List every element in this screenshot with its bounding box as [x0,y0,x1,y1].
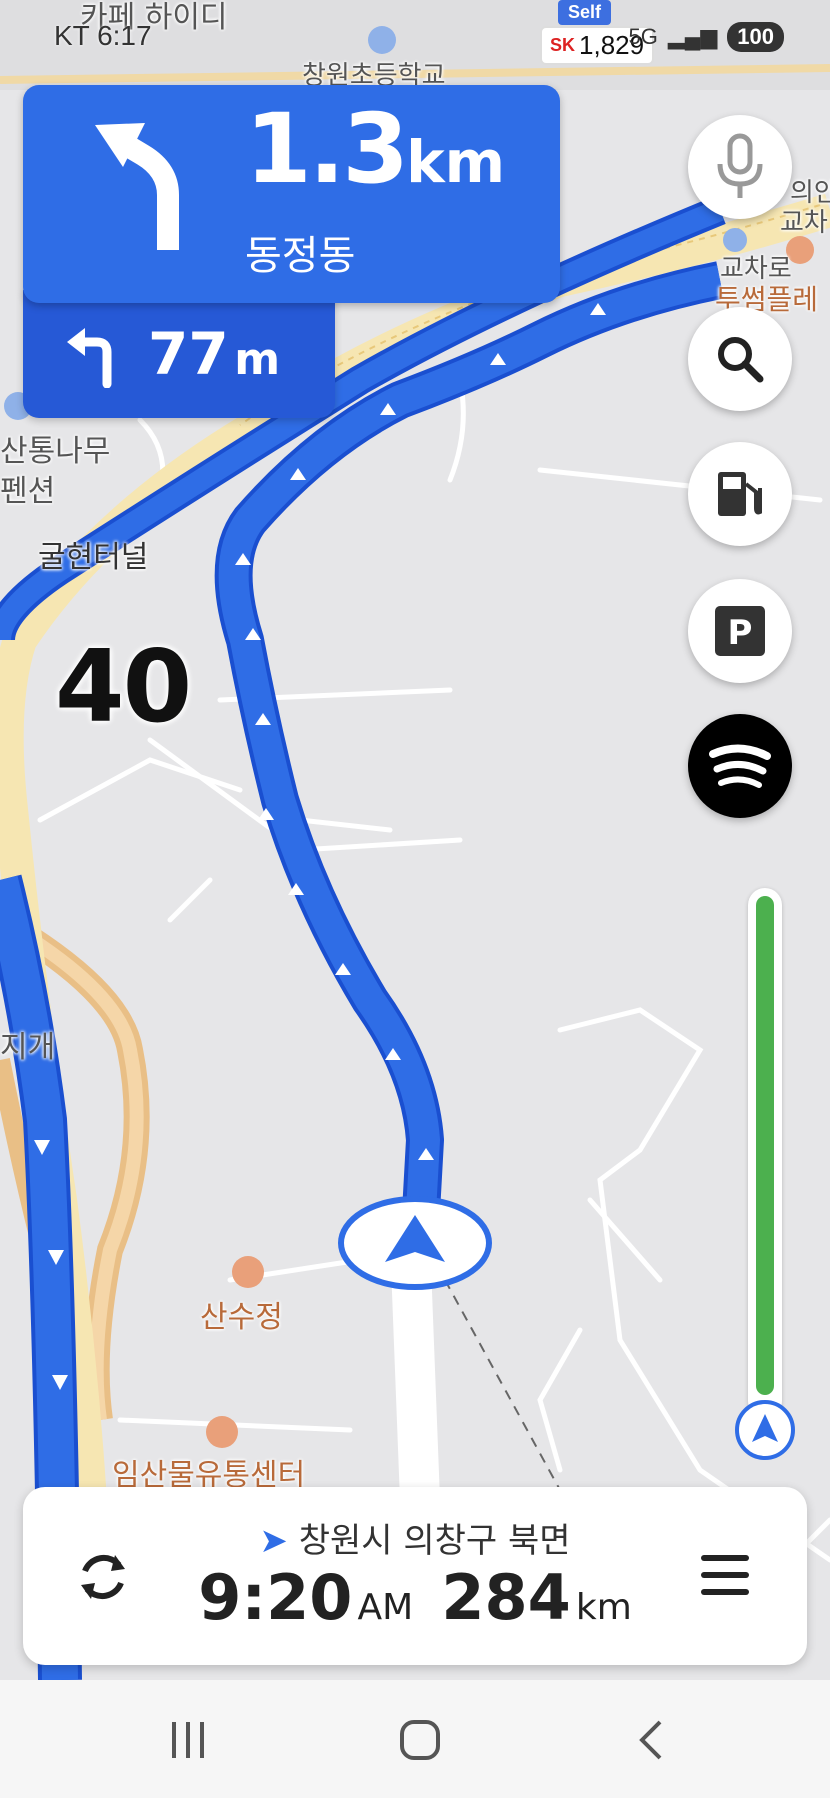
spotify-icon [709,744,771,788]
destination-row: ➤ 창원시 의창구 북면 [23,1513,807,1562]
route-progress-bar [748,888,782,1418]
battery-indicator: 100 [727,22,784,52]
voice-button[interactable] [688,115,792,219]
trip-summary-bar[interactable]: ➤ 창원시 의창구 북면 9:20 AM 284 km [23,1487,807,1665]
back-button[interactable] [622,1710,682,1770]
map-label-sansujeong: 산수정 [200,1300,283,1335]
fuel-button[interactable] [688,442,792,546]
next-turn-distance: 77 m [148,320,281,388]
search-button[interactable] [688,307,792,411]
parking-icon: P [715,606,765,656]
navigation-arrow-icon: ➤ [259,1521,288,1561]
eta-time: 9:20 [198,1561,353,1634]
eta-suffix: AM [357,1587,414,1628]
self-badge: Self [558,0,612,25]
turn-street-name: 동정동 [245,233,356,279]
home-button[interactable] [390,1710,450,1770]
map-label-pension-line2: 펜션 [0,474,56,509]
clock: 6:17 [97,20,152,51]
system-navigation-bar [0,1680,830,1798]
hamburger-menu-icon[interactable] [699,1553,751,1597]
map-label-right-2: 교차 [780,208,828,238]
turn-distance: 1.3km [245,93,506,205]
search-icon [718,337,764,383]
microphone-icon [717,133,763,198]
speed-limit-value: 40 [55,628,192,745]
network-label: 5G [628,24,658,49]
remaining-distance: 284 [441,1561,571,1634]
eta-row: 9:20 AM 284 km [23,1561,807,1634]
recent-apps-icon [172,1722,204,1758]
back-icon [639,1720,662,1760]
status-bar-left: KT 6:17 [54,20,152,52]
status-bar-right: 5G ▂▄▆ 100 [628,22,784,52]
spotify-button[interactable] [688,714,792,818]
parking-button[interactable]: P [688,579,792,683]
signal-icon: ▂▄▆ [667,24,718,49]
turn-left-arrow-icon [95,123,179,250]
recent-apps-button[interactable] [158,1710,218,1770]
route-progress-fill [756,896,774,1395]
turn-left-small-icon [67,328,112,388]
carrier-label: KT [54,20,90,51]
map-label-jigae: 지개 [0,1030,56,1065]
gas-brand: SK [550,35,576,55]
progress-position-icon [735,1400,795,1460]
turn-guidance-card[interactable]: 1.3km 동정동 [23,85,560,303]
fuel-pump-icon [718,472,762,516]
map-label-pension-line1: 산통나무 [0,434,111,469]
svg-text:P: P [728,613,753,653]
map-label-tunnel: 굴현터널 [38,540,149,575]
destination-name: 창원시 의창구 북면 [298,1521,571,1561]
home-icon [400,1720,440,1760]
next-turn-card[interactable]: 77 m [23,290,335,418]
remaining-unit: km [575,1587,632,1628]
